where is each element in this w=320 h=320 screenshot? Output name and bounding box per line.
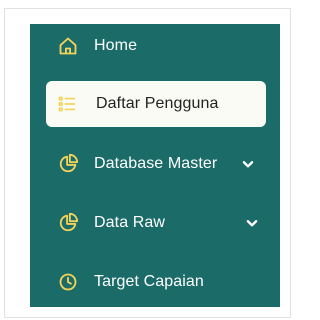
sidebar-item-label: Data Raw <box>94 214 166 231</box>
sidebar-item-label: Daftar Pengguna <box>96 95 219 112</box>
sidebar-item-target-capaian[interactable]: Target Capaian <box>30 258 280 306</box>
pie-chart-icon <box>57 212 79 234</box>
clock-icon <box>57 271 79 293</box>
sidebar-item-label: Target Capaian <box>94 273 204 290</box>
chevron-down-icon[interactable] <box>240 156 256 172</box>
sidebar-item-database-master[interactable]: Database Master <box>30 140 280 188</box>
pie-chart-icon <box>57 153 79 175</box>
sidebar-item-data-raw[interactable]: Data Raw <box>30 199 280 247</box>
home-icon <box>57 35 79 57</box>
sidebar-item-label: Home <box>94 37 138 54</box>
sidebar-item-label: Database Master <box>94 155 218 172</box>
list-icon <box>56 93 78 115</box>
chevron-down-icon[interactable] <box>244 215 260 231</box>
sidebar-item-daftar-pengguna[interactable]: Daftar Pengguna <box>46 81 266 127</box>
sidebar: Home Daftar Pengguna Database Master Dat… <box>30 24 280 307</box>
sidebar-item-home[interactable]: Home <box>30 22 280 70</box>
